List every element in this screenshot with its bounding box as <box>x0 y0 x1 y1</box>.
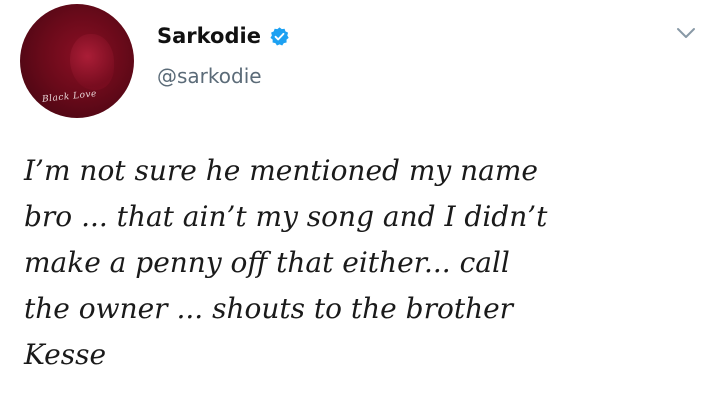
verified-badge-icon <box>270 26 289 46</box>
tweet-text-line: I’m not sure he mentioned my name <box>24 154 538 187</box>
tweet-text-line: make a penny off that either... call <box>24 246 510 279</box>
tweet-text-line: the owner ... shouts to the brother <box>24 292 514 325</box>
author-name-row[interactable]: Sarkodie <box>157 24 290 48</box>
tweet-text-line: Kesse <box>24 338 107 371</box>
tweet-text-line: bro ... that ain’t my song and I didn’t <box>24 200 548 233</box>
chevron-down-icon[interactable] <box>676 26 696 40</box>
author-handle[interactable]: @sarkodie <box>157 64 262 88</box>
tweet-card: Black Love Sarkodie @sarkodie I’m not su… <box>0 0 720 419</box>
avatar-artwork <box>70 34 114 90</box>
avatar-signature: Black Love <box>41 89 98 105</box>
author-display-name[interactable]: Sarkodie <box>157 24 261 48</box>
tweet-text: I’m not sure he mentioned my name bro ..… <box>24 148 704 378</box>
avatar[interactable]: Black Love <box>20 4 134 118</box>
